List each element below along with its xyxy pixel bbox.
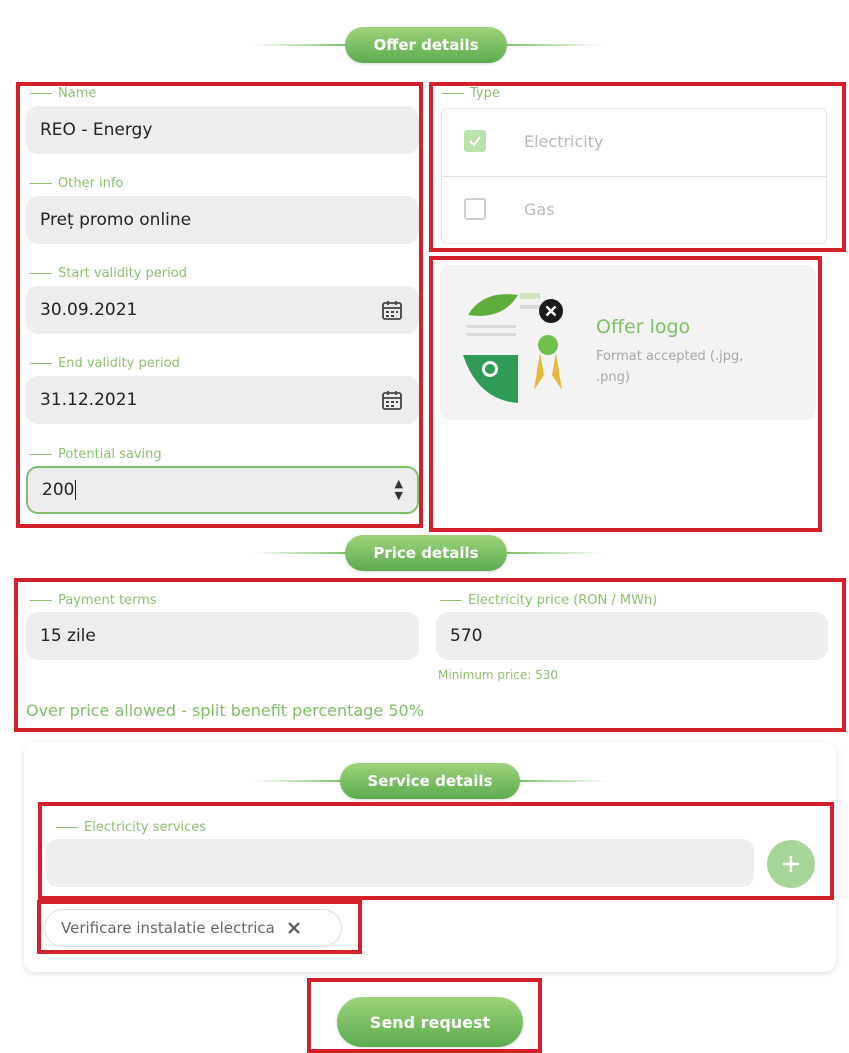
potential-saving-value: 200 [42,480,75,500]
electricity-price-input[interactable]: 570 [436,612,828,660]
send-request-button[interactable]: Send request [337,997,523,1047]
add-service-button[interactable] [767,840,815,888]
end-validity-value: 31.12.2021 [40,390,138,410]
checkbox-checked-icon[interactable] [464,130,486,152]
type-option-label: Electricity [524,131,604,151]
section-divider [252,44,347,46]
payment-terms-input[interactable]: 15 zile [26,612,419,660]
divider [442,176,826,177]
offer-details-header: Offer details [345,27,507,63]
minimum-price-hint: Minimum price: 530 [438,668,559,682]
over-price-note: Over price allowed - split benefit perce… [26,701,424,720]
name-input[interactable]: REO - Energy [26,106,419,154]
name-label: Name [30,86,96,101]
payment-terms-label: Payment terms [30,593,157,608]
remove-logo-icon[interactable] [538,298,564,324]
offer-logo-hint: Format accepted (.jpg, .png) [596,349,744,385]
section-divider [518,780,608,782]
type-options-panel [441,108,827,244]
section-divider [505,44,605,46]
electricity-services-input[interactable] [46,839,754,887]
end-validity-input[interactable]: 31.12.2021 [26,376,419,424]
other-info-label: Other info [30,176,123,191]
remove-chip-icon[interactable] [287,921,301,935]
section-divider [505,552,605,554]
offer-logo-title: Offer logo [596,316,691,338]
plus-icon [783,856,799,872]
stepper-icon[interactable]: ▲ ▼ [395,478,403,502]
electricity-price-label: Electricity price (RON / MWh) [440,593,657,608]
start-validity-input[interactable]: 30.09.2021 [26,286,419,334]
price-details-header: Price details [345,535,507,571]
service-details-header: Service details [340,763,520,799]
calendar-icon[interactable] [381,299,403,321]
calendar-icon[interactable] [381,389,403,411]
start-validity-value: 30.09.2021 [40,300,138,320]
type-option-label: Gas [524,199,555,219]
potential-saving-label: Potential saving [30,447,162,462]
section-divider [252,552,347,554]
electricity-services-label: Electricity services [56,820,206,835]
type-option-gas[interactable]: Gas [464,198,555,220]
type-option-electricity[interactable]: Electricity [464,130,603,152]
potential-saving-input[interactable]: 200 ▲ ▼ [26,466,419,514]
service-chip: Verificare instalatie electrica [44,909,342,947]
end-validity-label: End validity period [30,356,180,371]
start-validity-label: Start validity period [30,266,187,281]
other-info-input[interactable]: Preț promo online [26,196,419,244]
checkbox-icon[interactable] [464,198,486,220]
text-cursor [75,480,77,500]
section-divider [252,780,342,782]
type-label: Type [442,86,500,101]
service-chip-label: Verificare instalatie electrica [61,919,275,937]
